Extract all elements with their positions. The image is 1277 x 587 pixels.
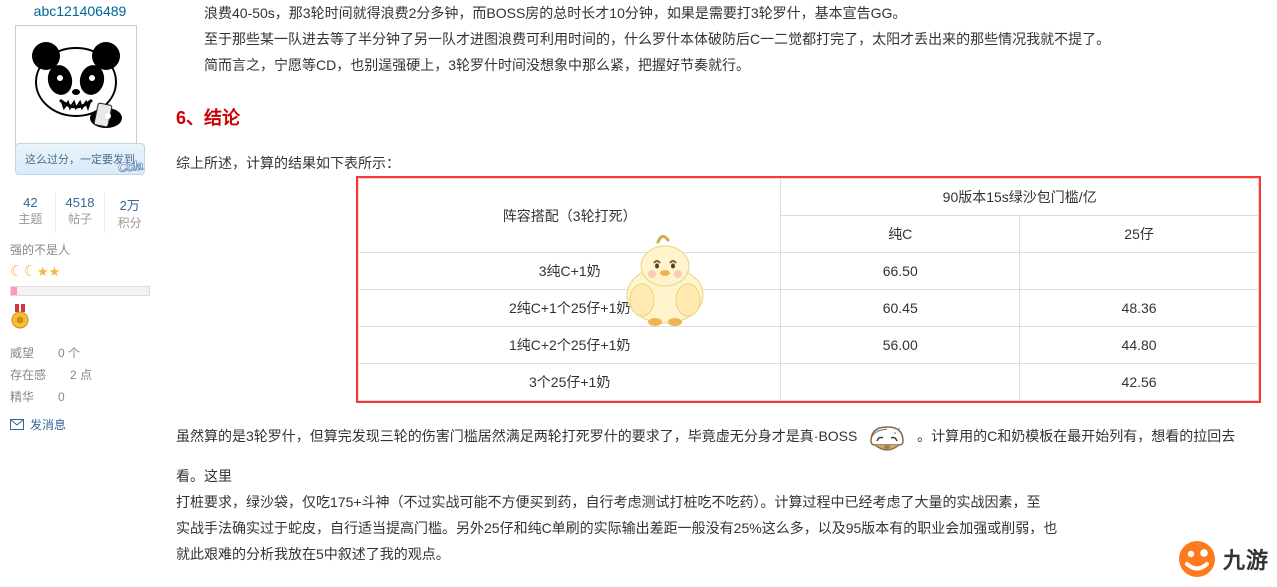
medal-row: [10, 304, 150, 330]
result-table-frame: 阵容搭配（3轮打死） 90版本15s绿沙包门槛/亿 纯C 25仔 3纯C+1奶 …: [356, 176, 1261, 403]
paragraph: 至于那些某一队进去等了半分钟了另一队才进图浪费可利用时间的，什么罗什本体破防后C…: [176, 26, 1261, 52]
moon-icon: ☾: [10, 263, 23, 280]
avatar-image[interactable]: [15, 25, 137, 147]
table-intro: 综上所述，计算的结果如下表所示：: [176, 150, 1261, 176]
col-lineup: 阵容搭配（3轮打死）: [359, 179, 781, 253]
stat-points[interactable]: 2万 积分: [104, 193, 154, 233]
user-meta: 威望 0 个 存在感 2 点 精华 0: [10, 342, 150, 408]
paragraph: 就此艰难的分析我放在5中叙述了我的观点。: [176, 541, 1261, 567]
paragraph: 虽然算的是3轮罗什，但算完发现三轮的伤害门槛居然满足两轮打死罗什的要求了，毕竟虚…: [176, 421, 1261, 489]
emoticon-icon: [865, 421, 909, 463]
col-pure-c: 纯C: [781, 216, 1020, 253]
paragraph: 打桩要求，绿沙袋，仅吃175+斗神（不过实战可能不方便买到药，自行考虑测试打桩吃…: [176, 489, 1261, 515]
col-25zai: 25仔: [1020, 216, 1259, 253]
table-row: 1纯C+2个25仔+1奶 56.00 44.80: [359, 327, 1259, 364]
presence-value: 2 点: [70, 364, 110, 386]
prestige-label: 威望: [10, 346, 34, 360]
user-rank: 强的不是人: [10, 241, 150, 258]
result-table: 阵容搭配（3轮打死） 90版本15s绿沙包门槛/亿 纯C 25仔 3纯C+1奶 …: [358, 178, 1259, 401]
level-progress: [10, 286, 150, 296]
cola-badge: Cola: [117, 158, 143, 175]
paragraph: 浪费40-50s，那3轮时间就得浪费2分多钟，而BOSS房的总时长才10分钟，如…: [176, 0, 1261, 26]
table-row: 3个25仔+1奶 42.56: [359, 364, 1259, 401]
user-stats: 42 主题 4518 帖子 2万 积分: [6, 193, 154, 233]
col-group-threshold: 90版本15s绿沙包门槛/亿: [781, 179, 1259, 216]
paragraph: 实战手法确实过于蛇皮，自行适当提高门槛。另外25仔和纯C单刷的实际输出差距一般没…: [176, 515, 1261, 541]
medal-icon: [10, 304, 30, 330]
table-row: 3纯C+1奶 66.50: [359, 253, 1259, 290]
essence-value: 0: [58, 386, 98, 408]
mail-icon: [10, 419, 24, 430]
stat-posts[interactable]: 4518 帖子: [55, 193, 105, 233]
essence-label: 精华: [10, 390, 34, 404]
star-icon: ★: [49, 264, 61, 279]
paragraph: 简而言之，宁愿等CD，也别逞强硬上，3轮罗什时间没想象中那么紧，把握好节奏就行。: [176, 52, 1261, 78]
avatar-block: 这么过分，一定要发到 Cola: [15, 25, 145, 175]
prestige-value: 0 个: [58, 342, 98, 364]
avatar-caption: 这么过分，一定要发到 Cola: [15, 143, 145, 175]
user-level-icons: ☾☾★★: [10, 262, 150, 280]
star-icon: ★: [37, 264, 49, 279]
username-link[interactable]: abc121406489: [0, 3, 160, 19]
table-row: 2纯C+1个25仔+1奶 60.45 48.36: [359, 290, 1259, 327]
send-message-link[interactable]: 发消息: [10, 416, 150, 433]
section-heading-conclusion: 6、结论: [176, 104, 1261, 130]
moon-icon: ☾: [23, 263, 36, 280]
stat-topics[interactable]: 42 主题: [6, 193, 55, 233]
user-sidebar: abc121406489: [0, 0, 160, 587]
presence-label: 存在感: [10, 368, 46, 382]
post-content: 浪费40-50s，那3轮时间就得浪费2分多钟，而BOSS房的总时长才10分钟，如…: [160, 0, 1277, 587]
